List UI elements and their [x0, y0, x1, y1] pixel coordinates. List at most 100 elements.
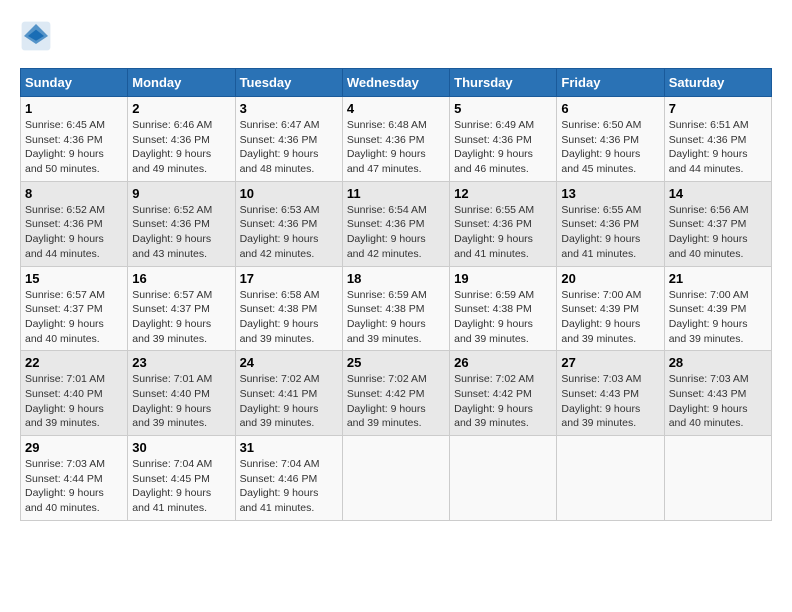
calendar-cell: 9 Sunrise: 6:52 AM Sunset: 4:36 PM Daylig… [128, 181, 235, 266]
calendar-cell: 21 Sunrise: 7:00 AM Sunset: 4:39 PM Dayli… [664, 266, 771, 351]
day-info: Sunrise: 6:57 AM Sunset: 4:37 PM Dayligh… [132, 288, 230, 347]
day-number: 30 [132, 440, 230, 455]
page-header [20, 20, 772, 52]
day-info: Sunrise: 7:03 AM Sunset: 4:44 PM Dayligh… [25, 457, 123, 516]
day-info: Sunrise: 7:03 AM Sunset: 4:43 PM Dayligh… [669, 372, 767, 431]
day-info: Sunrise: 7:03 AM Sunset: 4:43 PM Dayligh… [561, 372, 659, 431]
calendar-cell: 31 Sunrise: 7:04 AM Sunset: 4:46 PM Dayli… [235, 436, 342, 521]
calendar-cell: 22Sunrise: 7:01 AM Sunset: 4:40 PM Dayli… [21, 351, 128, 436]
calendar-cell: 13 Sunrise: 6:55 AM Sunset: 4:36 PM Dayli… [557, 181, 664, 266]
calendar-cell: 18 Sunrise: 6:59 AM Sunset: 4:38 PM Dayli… [342, 266, 449, 351]
day-number: 18 [347, 271, 445, 286]
day-info: Sunrise: 6:54 AM Sunset: 4:36 PM Dayligh… [347, 203, 445, 262]
calendar-cell: 6 Sunrise: 6:50 AM Sunset: 4:36 PM Daylig… [557, 97, 664, 182]
calendar-cell: 1Sunrise: 6:45 AM Sunset: 4:36 PM Daylig… [21, 97, 128, 182]
day-number: 28 [669, 355, 767, 370]
day-info: Sunrise: 6:59 AM Sunset: 4:38 PM Dayligh… [347, 288, 445, 347]
day-header-sunday: Sunday [21, 69, 128, 97]
calendar-cell: 28 Sunrise: 7:03 AM Sunset: 4:43 PM Dayli… [664, 351, 771, 436]
day-number: 7 [669, 101, 767, 116]
day-info: Sunrise: 6:48 AM Sunset: 4:36 PM Dayligh… [347, 118, 445, 177]
calendar-cell: 30 Sunrise: 7:04 AM Sunset: 4:45 PM Dayli… [128, 436, 235, 521]
day-header-tuesday: Tuesday [235, 69, 342, 97]
calendar-week-row: 29 Sunrise: 7:03 AM Sunset: 4:44 PM Dayli… [21, 436, 772, 521]
calendar-cell: 14 Sunrise: 6:56 AM Sunset: 4:37 PM Dayli… [664, 181, 771, 266]
day-number: 4 [347, 101, 445, 116]
day-info: Sunrise: 6:55 AM Sunset: 4:36 PM Dayligh… [561, 203, 659, 262]
day-number: 25 [347, 355, 445, 370]
day-number: 3 [240, 101, 338, 116]
calendar-cell: 11 Sunrise: 6:54 AM Sunset: 4:36 PM Dayli… [342, 181, 449, 266]
calendar-cell: 20Sunrise: 7:00 AM Sunset: 4:39 PM Dayli… [557, 266, 664, 351]
logo-icon [20, 20, 52, 52]
day-info: Sunrise: 6:59 AM Sunset: 4:38 PM Dayligh… [454, 288, 552, 347]
calendar-cell: 27 Sunrise: 7:03 AM Sunset: 4:43 PM Dayli… [557, 351, 664, 436]
day-info: Sunrise: 6:57 AM Sunset: 4:37 PM Dayligh… [25, 288, 123, 347]
day-info: Sunrise: 7:00 AM Sunset: 4:39 PM Dayligh… [669, 288, 767, 347]
calendar-cell [450, 436, 557, 521]
day-info: Sunrise: 7:04 AM Sunset: 4:46 PM Dayligh… [240, 457, 338, 516]
day-info: Sunrise: 6:58 AM Sunset: 4:38 PM Dayligh… [240, 288, 338, 347]
calendar-cell [664, 436, 771, 521]
day-number: 22 [25, 355, 123, 370]
day-number: 12 [454, 186, 552, 201]
logo [20, 20, 56, 52]
calendar-cell: 16Sunrise: 6:57 AM Sunset: 4:37 PM Dayli… [128, 266, 235, 351]
calendar-cell [342, 436, 449, 521]
day-info: Sunrise: 6:52 AM Sunset: 4:36 PM Dayligh… [25, 203, 123, 262]
day-header-friday: Friday [557, 69, 664, 97]
day-info: Sunrise: 6:47 AM Sunset: 4:36 PM Dayligh… [240, 118, 338, 177]
day-number: 11 [347, 186, 445, 201]
day-info: Sunrise: 7:02 AM Sunset: 4:42 PM Dayligh… [347, 372, 445, 431]
day-number: 6 [561, 101, 659, 116]
day-info: Sunrise: 6:49 AM Sunset: 4:36 PM Dayligh… [454, 118, 552, 177]
day-number: 27 [561, 355, 659, 370]
day-info: Sunrise: 6:50 AM Sunset: 4:36 PM Dayligh… [561, 118, 659, 177]
day-number: 5 [454, 101, 552, 116]
day-header-monday: Monday [128, 69, 235, 97]
day-info: Sunrise: 7:02 AM Sunset: 4:42 PM Dayligh… [454, 372, 552, 431]
day-number: 14 [669, 186, 767, 201]
calendar-cell: 8 Sunrise: 6:52 AM Sunset: 4:36 PM Daylig… [21, 181, 128, 266]
calendar-week-row: 8 Sunrise: 6:52 AM Sunset: 4:36 PM Daylig… [21, 181, 772, 266]
day-number: 24 [240, 355, 338, 370]
day-header-saturday: Saturday [664, 69, 771, 97]
day-number: 13 [561, 186, 659, 201]
calendar-cell: 2 Sunrise: 6:46 AM Sunset: 4:36 PM Daylig… [128, 97, 235, 182]
calendar-cell: 29 Sunrise: 7:03 AM Sunset: 4:44 PM Dayli… [21, 436, 128, 521]
calendar-cell: 15 Sunrise: 6:57 AM Sunset: 4:37 PM Dayli… [21, 266, 128, 351]
day-number: 31 [240, 440, 338, 455]
day-info: Sunrise: 7:01 AM Sunset: 4:40 PM Dayligh… [132, 372, 230, 431]
day-info: Sunrise: 6:46 AM Sunset: 4:36 PM Dayligh… [132, 118, 230, 177]
calendar-cell: 26Sunrise: 7:02 AM Sunset: 4:42 PM Dayli… [450, 351, 557, 436]
day-info: Sunrise: 7:04 AM Sunset: 4:45 PM Dayligh… [132, 457, 230, 516]
calendar-cell: 5 Sunrise: 6:49 AM Sunset: 4:36 PM Daylig… [450, 97, 557, 182]
day-number: 2 [132, 101, 230, 116]
day-number: 9 [132, 186, 230, 201]
calendar-week-row: 15 Sunrise: 6:57 AM Sunset: 4:37 PM Dayli… [21, 266, 772, 351]
day-header-wednesday: Wednesday [342, 69, 449, 97]
day-number: 17 [240, 271, 338, 286]
day-number: 21 [669, 271, 767, 286]
day-number: 15 [25, 271, 123, 286]
calendar-cell: 12 Sunrise: 6:55 AM Sunset: 4:36 PM Dayli… [450, 181, 557, 266]
day-info: Sunrise: 6:55 AM Sunset: 4:36 PM Dayligh… [454, 203, 552, 262]
day-info: Sunrise: 6:56 AM Sunset: 4:37 PM Dayligh… [669, 203, 767, 262]
day-info: Sunrise: 6:51 AM Sunset: 4:36 PM Dayligh… [669, 118, 767, 177]
day-number: 29 [25, 440, 123, 455]
calendar-cell: 7 Sunrise: 6:51 AM Sunset: 4:36 PM Daylig… [664, 97, 771, 182]
day-number: 8 [25, 186, 123, 201]
calendar-cell: 19 Sunrise: 6:59 AM Sunset: 4:38 PM Dayli… [450, 266, 557, 351]
day-number: 23 [132, 355, 230, 370]
day-number: 10 [240, 186, 338, 201]
day-number: 1 [25, 101, 123, 116]
day-number: 20 [561, 271, 659, 286]
day-header-thursday: Thursday [450, 69, 557, 97]
calendar-cell [557, 436, 664, 521]
day-info: Sunrise: 6:52 AM Sunset: 4:36 PM Dayligh… [132, 203, 230, 262]
calendar-cell: 3 Sunrise: 6:47 AM Sunset: 4:36 PM Daylig… [235, 97, 342, 182]
calendar-cell: 10 Sunrise: 6:53 AM Sunset: 4:36 PM Dayli… [235, 181, 342, 266]
calendar-table: SundayMondayTuesdayWednesdayThursdayFrid… [20, 68, 772, 521]
day-number: 19 [454, 271, 552, 286]
day-info: Sunrise: 6:53 AM Sunset: 4:36 PM Dayligh… [240, 203, 338, 262]
